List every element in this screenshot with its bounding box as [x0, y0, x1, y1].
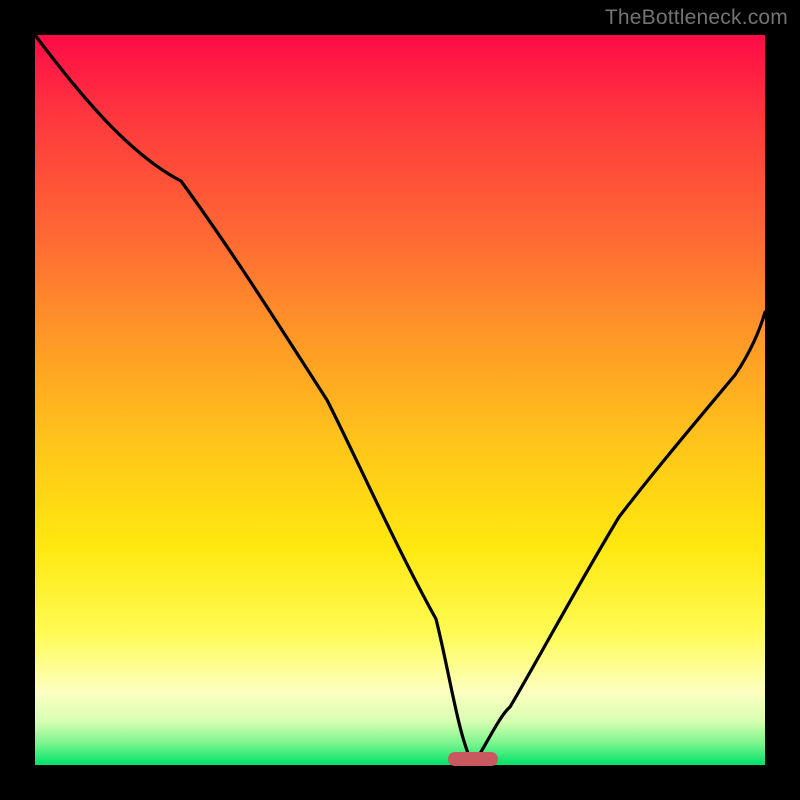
- optimal-marker: [448, 752, 498, 766]
- watermark-text: TheBottleneck.com: [605, 6, 788, 30]
- bottleneck-curve: [35, 35, 765, 765]
- curve-path: [35, 35, 765, 765]
- plot-area: [35, 35, 765, 765]
- chart-frame: TheBottleneck.com: [0, 0, 800, 800]
